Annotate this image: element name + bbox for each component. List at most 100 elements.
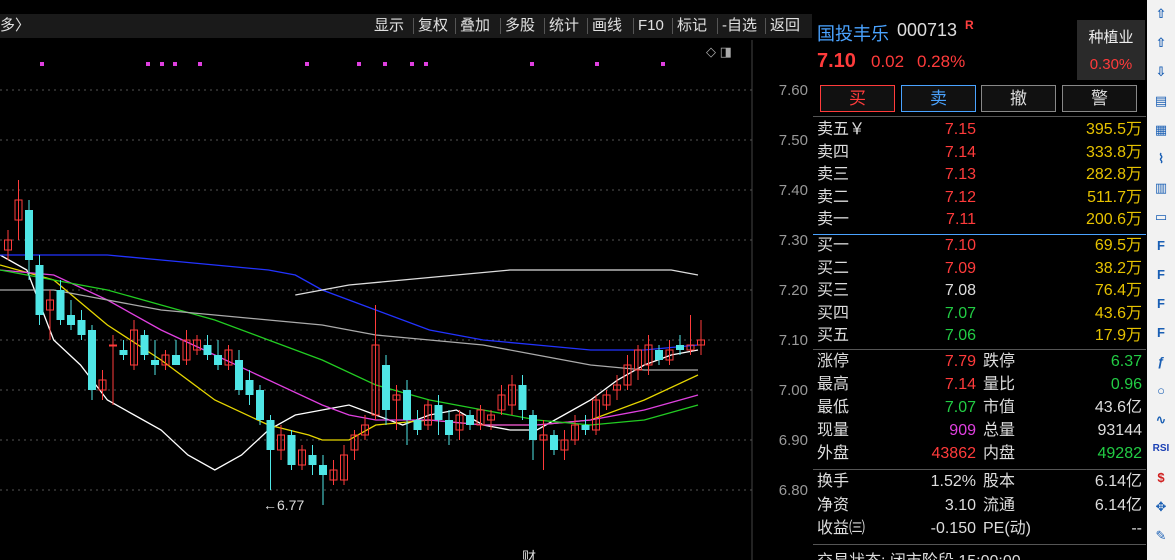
- candle-body-down: [214, 355, 222, 365]
- arrow-up2-icon[interactable]: ⇧: [1151, 33, 1171, 53]
- fund-label: 流通: [983, 496, 1016, 514]
- candle-body-down: [151, 360, 159, 365]
- alert-button[interactable]: 警: [1062, 85, 1137, 112]
- pen-icon[interactable]: ✎: [1151, 526, 1171, 546]
- candle-body-down: [35, 265, 44, 315]
- bottom-label: 财: [522, 549, 536, 560]
- price-change: 0.02: [871, 52, 905, 71]
- ask-volume: 511.7万: [1087, 188, 1142, 206]
- stat-value: 43862: [931, 445, 977, 462]
- stat-label: 最低: [817, 399, 850, 416]
- ask-label: 卖三: [817, 166, 850, 183]
- candle-body-down: [403, 390, 411, 420]
- candle-body-down: [203, 345, 212, 355]
- stock-code: 000713: [897, 20, 958, 40]
- candle-body-down: [550, 435, 558, 450]
- tool-f10-icon[interactable]: F: [1151, 236, 1171, 256]
- ask-row: 卖四 7.14 333.8万: [813, 142, 1146, 164]
- stat-value: 7.14: [944, 376, 976, 393]
- candle-body-down: [140, 335, 149, 355]
- bid-volume: 76.4万: [1094, 282, 1142, 299]
- bid-label: 买五: [817, 327, 850, 344]
- candle-body-down: [308, 455, 317, 465]
- candle-body-down: [287, 435, 296, 465]
- wave-icon[interactable]: ∿: [1151, 410, 1171, 430]
- kline-svg[interactable]: 7.60 7.50 7.40 7.30 7.20 7.10 7.00 6.90 6.80 ←6.7…: [0, 0, 812, 560]
- toolbar-sep: [544, 18, 545, 34]
- stat-row: 最高 7.14 量比 0.96: [813, 374, 1146, 396]
- more-menu[interactable]: 多〉: [0, 14, 30, 38]
- tool-f10c-icon[interactable]: F: [1151, 294, 1171, 314]
- candle-body-down: [25, 210, 33, 260]
- ma-line-3: [0, 269, 699, 426]
- sector-box[interactable]: 种植业 0.30%: [1077, 20, 1145, 80]
- fund-label: PE(动): [983, 520, 1032, 537]
- stat-label: 内盘: [983, 445, 1016, 462]
- toolbar-btn-8[interactable]: -自选: [722, 14, 757, 38]
- candle-body-down: [676, 345, 684, 350]
- candle-body-down: [77, 320, 86, 335]
- tool-f10b-icon[interactable]: F: [1151, 265, 1171, 285]
- candle-body-down: [434, 405, 443, 420]
- toolbar-btn-9[interactable]: 返回: [770, 14, 800, 38]
- quote-panel: 国投丰乐 000713 R 种植业 0.30% 7.10 0.02 0.28% …: [813, 0, 1146, 560]
- signal-dot: [173, 62, 177, 66]
- ma-line-4: [0, 289, 698, 371]
- bid-row: 买四 7.07 43.6万: [813, 303, 1146, 325]
- stat-label: 外盘: [817, 445, 850, 462]
- dollar-icon[interactable]: $: [1151, 468, 1171, 488]
- stat-value: 909: [949, 422, 976, 439]
- ask-volume: 200.6万: [1085, 211, 1142, 228]
- move-icon[interactable]: ✥: [1151, 497, 1171, 517]
- fund-value: --: [1131, 520, 1142, 537]
- ask-price: 7.13: [944, 166, 976, 183]
- toolbar-btn-7[interactable]: 标记: [677, 14, 707, 38]
- bid-price: 7.07: [944, 304, 976, 322]
- fund-row: 净资 3.10 流通 6.14亿: [813, 495, 1146, 517]
- toolbar-btn-3[interactable]: 多股: [505, 14, 535, 38]
- min-price-marker: ←6.77: [263, 497, 304, 513]
- candle-body-down: [445, 420, 453, 435]
- tool-rsi-icon[interactable]: RSI: [1151, 439, 1171, 459]
- sell-button[interactable]: 卖: [901, 85, 976, 112]
- toolbar-btn-1[interactable]: 复权: [418, 14, 448, 38]
- fx-icon[interactable]: ƒ: [1151, 352, 1171, 372]
- candle-body-down: [172, 355, 180, 365]
- fund-label: 收益㈢: [817, 520, 866, 537]
- stat-value: 0.96: [1110, 376, 1142, 393]
- arrow-up-icon[interactable]: ⇧: [1151, 4, 1171, 24]
- cancel-button[interactable]: 撤: [981, 85, 1056, 112]
- line-icon[interactable]: ⌇: [1151, 149, 1171, 169]
- toolbar-sep: [587, 18, 588, 34]
- ask-price: 7.14: [944, 143, 976, 161]
- chart-icon[interactable]: ▤: [1151, 91, 1171, 111]
- candle-icon[interactable]: ▥: [1151, 178, 1171, 198]
- stock-name[interactable]: 国投丰乐: [817, 20, 889, 46]
- tool-f12-icon[interactable]: F: [1151, 323, 1171, 343]
- bid-row: 买二 7.09 38.2万: [813, 258, 1146, 280]
- bid-row: 买三 7.08 76.4万: [813, 280, 1146, 302]
- kline-chart[interactable]: 7.60 7.50 7.40 7.30 7.20 7.10 7.00 6.90 6.80 ←6.7…: [0, 0, 812, 560]
- signal-dot: [530, 62, 534, 66]
- sector-change: 0.30%: [1089, 56, 1133, 73]
- candle-body-down: [655, 350, 663, 360]
- stat-value: 7.79: [944, 353, 976, 370]
- arrow-down-icon[interactable]: ⇩: [1151, 62, 1171, 82]
- fund-row: 换手 1.52% 股本 6.14亿: [813, 471, 1146, 493]
- circle-icon[interactable]: ○: [1151, 381, 1171, 401]
- y-tick-label: 7.20: [779, 282, 808, 299]
- toolbar-btn-2[interactable]: 叠加: [460, 14, 490, 38]
- indicator-toggle[interactable]: ◇ ◨: [706, 44, 732, 60]
- toolbar-btn-5[interactable]: 画线: [592, 14, 622, 38]
- list-icon[interactable]: ▭: [1151, 207, 1171, 227]
- y-tick-label: 7.10: [779, 332, 808, 349]
- buy-button[interactable]: 买: [820, 85, 895, 112]
- toolbar-btn-0[interactable]: 显示: [374, 14, 404, 38]
- sector-name: 种植业: [1088, 29, 1134, 46]
- toolbar-btn-6[interactable]: F10: [638, 14, 664, 38]
- bid-label: 买二: [817, 259, 850, 277]
- candle-body-down: [67, 315, 75, 325]
- table-icon[interactable]: ▦: [1151, 120, 1171, 140]
- stat-value: 7.07: [944, 399, 976, 416]
- toolbar-btn-4[interactable]: 统计: [549, 14, 579, 38]
